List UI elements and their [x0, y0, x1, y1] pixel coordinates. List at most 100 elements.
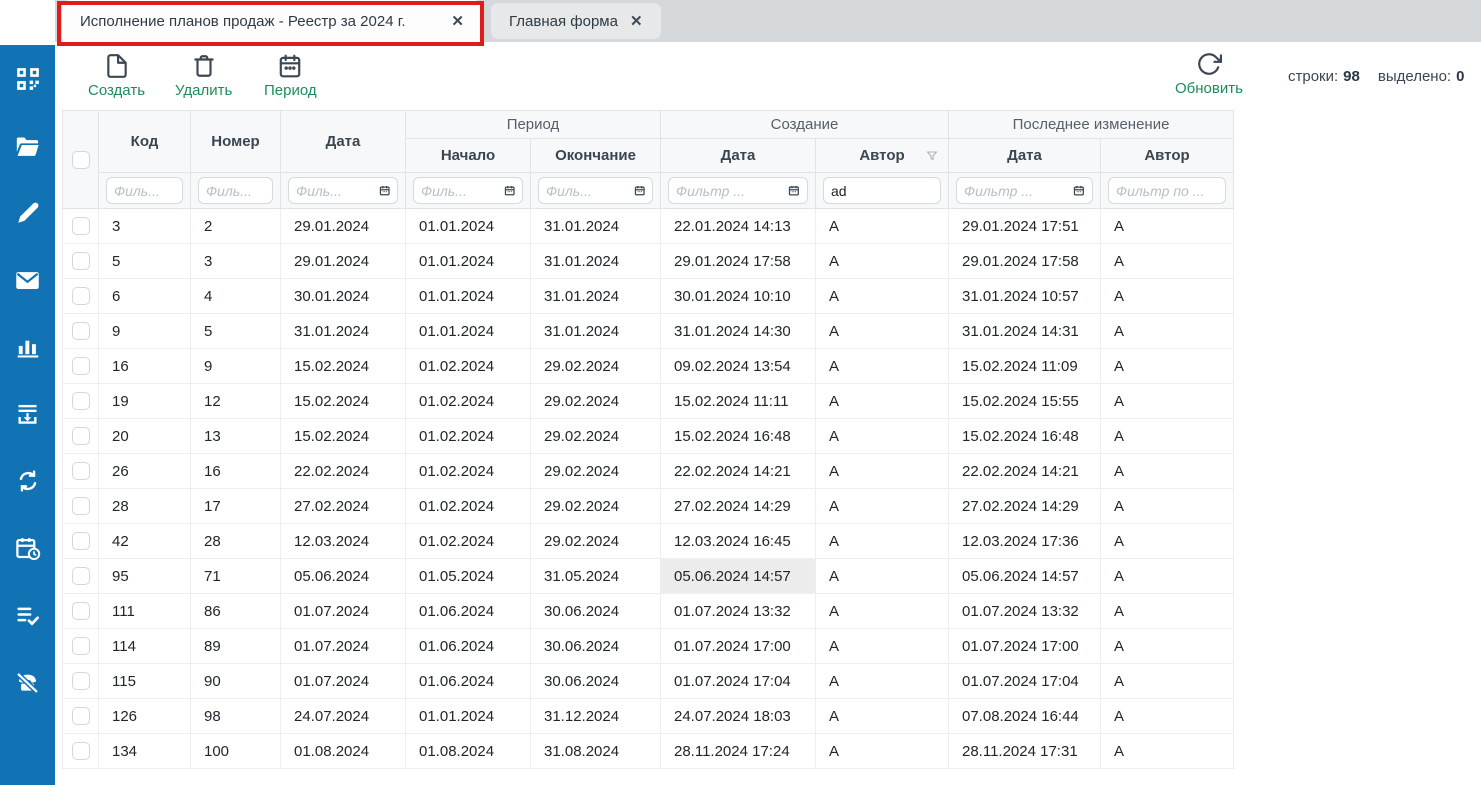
table-row[interactable]: 5329.01.202401.01.202431.01.202429.01.20… [63, 244, 1234, 279]
table-cell-kod[interactable]: 9 [99, 314, 191, 349]
row-checkbox[interactable] [72, 427, 90, 445]
table-row[interactable]: 6430.01.202401.01.202431.01.202430.01.20… [63, 279, 1234, 314]
column-header-nomer[interactable]: Номер [191, 111, 281, 173]
table-cell-nomer[interactable]: 98 [191, 699, 281, 734]
table-cell-kod[interactable]: 115 [99, 664, 191, 699]
table-cell-kod[interactable]: 28 [99, 489, 191, 524]
table-cell-change-date[interactable]: 07.08.2024 16:44 [949, 699, 1101, 734]
table-cell-data[interactable]: 15.02.2024 [281, 384, 406, 419]
table-cell-data[interactable]: 01.07.2024 [281, 664, 406, 699]
table-cell-create-author[interactable]: A [816, 454, 949, 489]
table-cell-change-date[interactable]: 12.03.2024 17:36 [949, 524, 1101, 559]
filter-input-create-author[interactable] [831, 183, 933, 199]
table-row[interactable]: 3229.01.202401.01.202431.01.202422.01.20… [63, 209, 1234, 244]
table-cell-change-author[interactable]: A [1101, 209, 1234, 244]
refresh-button[interactable]: Обновить [1175, 51, 1243, 97]
filter-input-nomer[interactable] [206, 183, 265, 199]
row-checkbox[interactable] [72, 532, 90, 550]
table-cell-change-author[interactable]: A [1101, 524, 1234, 559]
row-checkbox[interactable] [72, 742, 90, 760]
table-cell-data[interactable]: 05.06.2024 [281, 559, 406, 594]
table-cell-change-author[interactable]: A [1101, 699, 1234, 734]
table-cell-okonchanie[interactable]: 31.01.2024 [531, 209, 661, 244]
row-checkbox[interactable] [72, 252, 90, 270]
table-cell-create-date[interactable]: 12.03.2024 16:45 [661, 524, 816, 559]
table-cell-create-date[interactable]: 30.01.2024 10:10 [661, 279, 816, 314]
table-cell-create-author[interactable]: A [816, 559, 949, 594]
table-cell-nachalo[interactable]: 01.02.2024 [406, 384, 531, 419]
column-header-nachalo[interactable]: Начало [406, 139, 531, 173]
close-icon[interactable]: ✕ [630, 12, 643, 30]
table-cell-nomer[interactable]: 100 [191, 734, 281, 769]
table-cell-okonchanie[interactable]: 31.05.2024 [531, 559, 661, 594]
bar-chart-icon[interactable] [0, 327, 55, 367]
table-cell-data[interactable]: 31.01.2024 [281, 314, 406, 349]
table-cell-create-date[interactable]: 24.07.2024 18:03 [661, 699, 816, 734]
table-cell-nomer[interactable]: 89 [191, 629, 281, 664]
table-cell-create-date[interactable]: 05.06.2024 14:57 [661, 559, 816, 594]
table-cell-nachalo[interactable]: 01.06.2024 [406, 629, 531, 664]
table-cell-change-date[interactable]: 27.02.2024 14:29 [949, 489, 1101, 524]
filter-input-create-date[interactable] [676, 183, 788, 199]
table-row[interactable]: 422812.03.202401.02.202429.02.202412.03.… [63, 524, 1234, 559]
table-cell-nachalo[interactable]: 01.05.2024 [406, 559, 531, 594]
table-cell-nachalo[interactable]: 01.02.2024 [406, 524, 531, 559]
table-cell-okonchanie[interactable]: 31.12.2024 [531, 699, 661, 734]
table-row[interactable]: 13410001.08.202401.08.202431.08.202428.1… [63, 734, 1234, 769]
table-cell-okonchanie[interactable]: 31.01.2024 [531, 279, 661, 314]
table-cell-data[interactable]: 15.02.2024 [281, 419, 406, 454]
table-cell-create-author[interactable]: A [816, 664, 949, 699]
table-cell-create-date[interactable]: 01.07.2024 17:04 [661, 664, 816, 699]
table-cell-change-author[interactable]: A [1101, 419, 1234, 454]
table-cell-kod[interactable]: 19 [99, 384, 191, 419]
table-cell-nachalo[interactable]: 01.01.2024 [406, 209, 531, 244]
folder-open-icon[interactable] [0, 126, 55, 166]
phone-slash-icon[interactable] [0, 662, 55, 702]
table-cell-data[interactable]: 29.01.2024 [281, 244, 406, 279]
sync-icon[interactable] [0, 461, 55, 501]
table-cell-kod[interactable]: 20 [99, 419, 191, 454]
table-cell-kod[interactable]: 42 [99, 524, 191, 559]
table-row[interactable]: 281727.02.202401.02.202429.02.202427.02.… [63, 489, 1234, 524]
table-cell-data[interactable]: 30.01.2024 [281, 279, 406, 314]
table-cell-data[interactable]: 01.08.2024 [281, 734, 406, 769]
table-cell-nachalo[interactable]: 01.02.2024 [406, 454, 531, 489]
table-cell-okonchanie[interactable]: 29.02.2024 [531, 489, 661, 524]
table-row[interactable]: 9531.01.202401.01.202431.01.202431.01.20… [63, 314, 1234, 349]
column-header-change-date[interactable]: Дата [949, 139, 1101, 173]
table-cell-change-date[interactable]: 15.02.2024 11:09 [949, 349, 1101, 384]
table-cell-change-author[interactable]: A [1101, 349, 1234, 384]
row-checkbox[interactable] [72, 497, 90, 515]
pencil-icon[interactable] [0, 193, 55, 233]
calendar-picker-icon[interactable] [379, 184, 390, 197]
table-cell-okonchanie[interactable]: 29.02.2024 [531, 419, 661, 454]
table-cell-create-author[interactable]: A [816, 244, 949, 279]
table-cell-create-author[interactable]: A [816, 349, 949, 384]
row-checkbox[interactable] [72, 637, 90, 655]
table-cell-nachalo[interactable]: 01.06.2024 [406, 664, 531, 699]
table-cell-create-date[interactable]: 15.02.2024 11:11 [661, 384, 816, 419]
table-cell-nomer[interactable]: 9 [191, 349, 281, 384]
table-cell-okonchanie[interactable]: 30.06.2024 [531, 594, 661, 629]
period-button[interactable]: Период [262, 53, 318, 99]
table-cell-kod[interactable]: 16 [99, 349, 191, 384]
table-cell-nomer[interactable]: 3 [191, 244, 281, 279]
table-row[interactable]: 201315.02.202401.02.202429.02.202415.02.… [63, 419, 1234, 454]
create-button[interactable]: Создать [88, 53, 145, 99]
list-check-icon[interactable] [0, 595, 55, 635]
column-header-okonchanie[interactable]: Окончание [531, 139, 661, 173]
table-cell-change-date[interactable]: 01.07.2024 17:04 [949, 664, 1101, 699]
table-cell-nomer[interactable]: 12 [191, 384, 281, 419]
table-cell-nachalo[interactable]: 01.08.2024 [406, 734, 531, 769]
table-cell-create-author[interactable]: A [816, 384, 949, 419]
table-cell-okonchanie[interactable]: 30.06.2024 [531, 664, 661, 699]
table-cell-change-author[interactable]: A [1101, 594, 1234, 629]
table-cell-okonchanie[interactable]: 29.02.2024 [531, 349, 661, 384]
select-all-checkbox[interactable] [72, 151, 90, 169]
table-row[interactable]: 1159001.07.202401.06.202430.06.202401.07… [63, 664, 1234, 699]
calendar-picker-icon[interactable] [634, 184, 645, 197]
table-cell-data[interactable]: 27.02.2024 [281, 489, 406, 524]
table-cell-nachalo[interactable]: 01.06.2024 [406, 594, 531, 629]
table-cell-create-author[interactable]: A [816, 524, 949, 559]
table-cell-change-date[interactable]: 31.01.2024 14:31 [949, 314, 1101, 349]
